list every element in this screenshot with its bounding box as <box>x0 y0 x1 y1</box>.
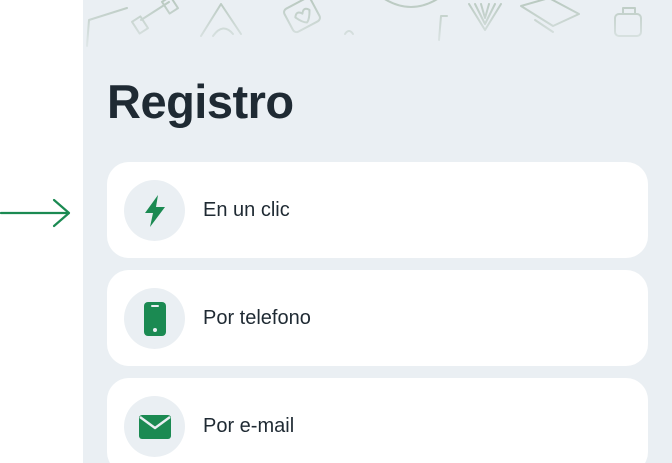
lightning-bolt-icon <box>144 194 165 227</box>
page-title: Registro <box>107 75 294 128</box>
option-label: Por e-mail <box>203 415 295 437</box>
envelope-icon <box>138 414 171 439</box>
registration-panel: Registro En un clic Por telefono Por e-m… <box>83 0 672 463</box>
pattern-fade <box>83 0 672 60</box>
smartphone-icon <box>143 301 166 336</box>
icon-circle <box>124 288 185 349</box>
right-arrow-icon <box>0 198 71 228</box>
icon-circle <box>124 180 185 241</box>
option-label: En un clic <box>203 199 290 221</box>
option-one-click[interactable]: En un clic <box>107 162 648 258</box>
option-label: Por telefono <box>203 307 311 329</box>
option-email[interactable]: Por e-mail <box>107 378 648 463</box>
registration-options: En un clic Por telefono Por e-mail <box>107 162 648 463</box>
icon-circle <box>124 396 185 457</box>
option-phone[interactable]: Por telefono <box>107 270 648 366</box>
screen: Registro En un clic Por telefono Por e-m… <box>0 0 672 463</box>
